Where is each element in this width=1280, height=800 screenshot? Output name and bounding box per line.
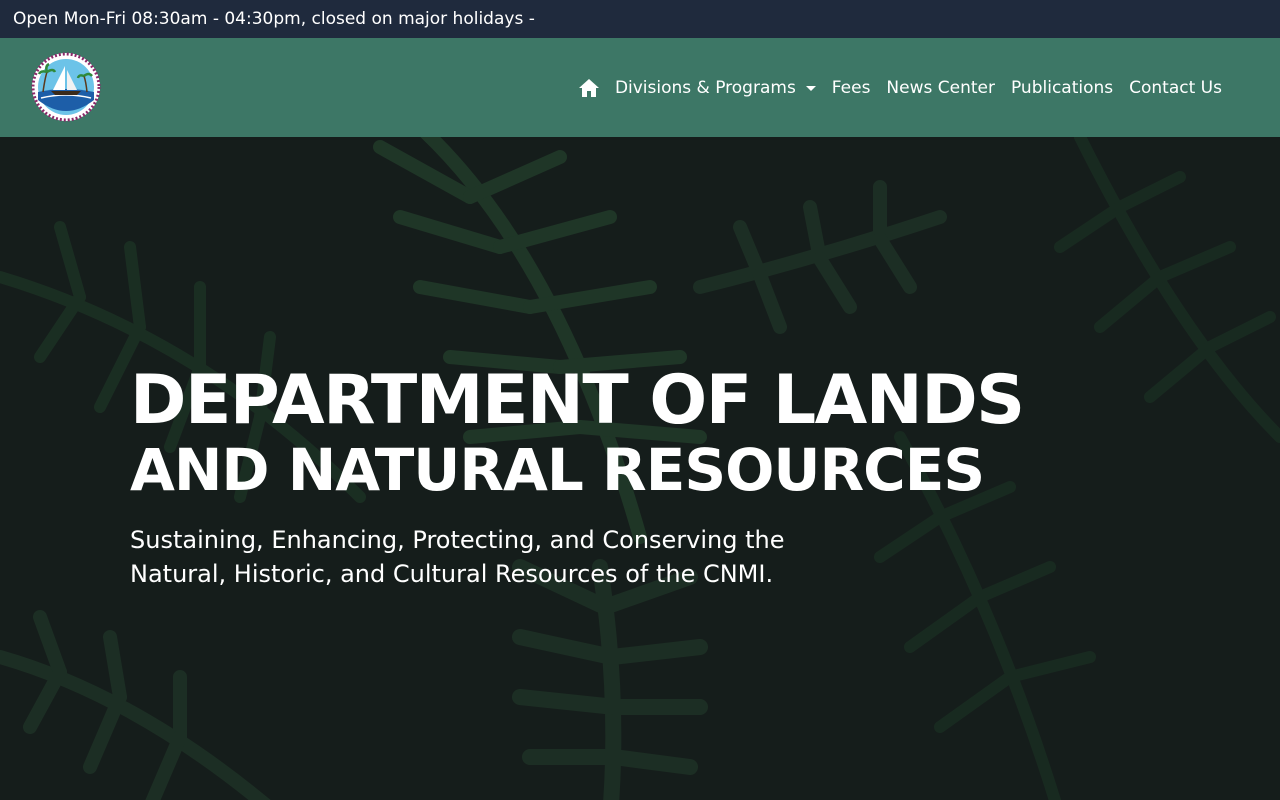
main-navbar: Divisions & Programs Fees News Center Pu… [0,38,1280,137]
nav-publications[interactable]: Publications [1003,78,1121,98]
hero-title-line2: AND NATURAL RESOURCES [130,436,985,504]
hours-banner: Open Mon-Fri 08:30am - 04:30pm, closed o… [0,0,1280,38]
nav-fees-label: Fees [831,77,871,98]
nav-divisions-label: Divisions & Programs [614,77,796,98]
nav-home[interactable] [571,78,607,97]
nav-menu: Divisions & Programs Fees News Center Pu… [571,38,1230,137]
dlnr-seal-icon[interactable] [31,52,101,122]
home-icon [578,78,599,97]
hero-title-line1: DEPARTMENT OF LANDS [130,361,1025,440]
chevron-down-icon [805,86,816,91]
nav-contact-label: Contact Us [1129,77,1222,98]
hero-section: DEPARTMENT OF LANDS AND NATURAL RESOURCE… [0,137,1280,800]
hero-text-block: DEPARTMENT OF LANDS AND NATURAL RESOURCE… [130,361,1025,591]
nav-fees[interactable]: Fees [824,78,879,98]
nav-publications-label: Publications [1010,77,1114,98]
nav-contact-us[interactable]: Contact Us [1121,78,1230,98]
nav-news-center[interactable]: News Center [878,78,1003,98]
nav-news-label: News Center [886,77,995,98]
hero-subtitle: Sustaining, Enhancing, Protecting, and C… [130,526,785,588]
nav-divisions-programs[interactable]: Divisions & Programs [607,78,824,98]
hours-text: Open Mon-Fri 08:30am - 04:30pm, closed o… [13,9,535,29]
